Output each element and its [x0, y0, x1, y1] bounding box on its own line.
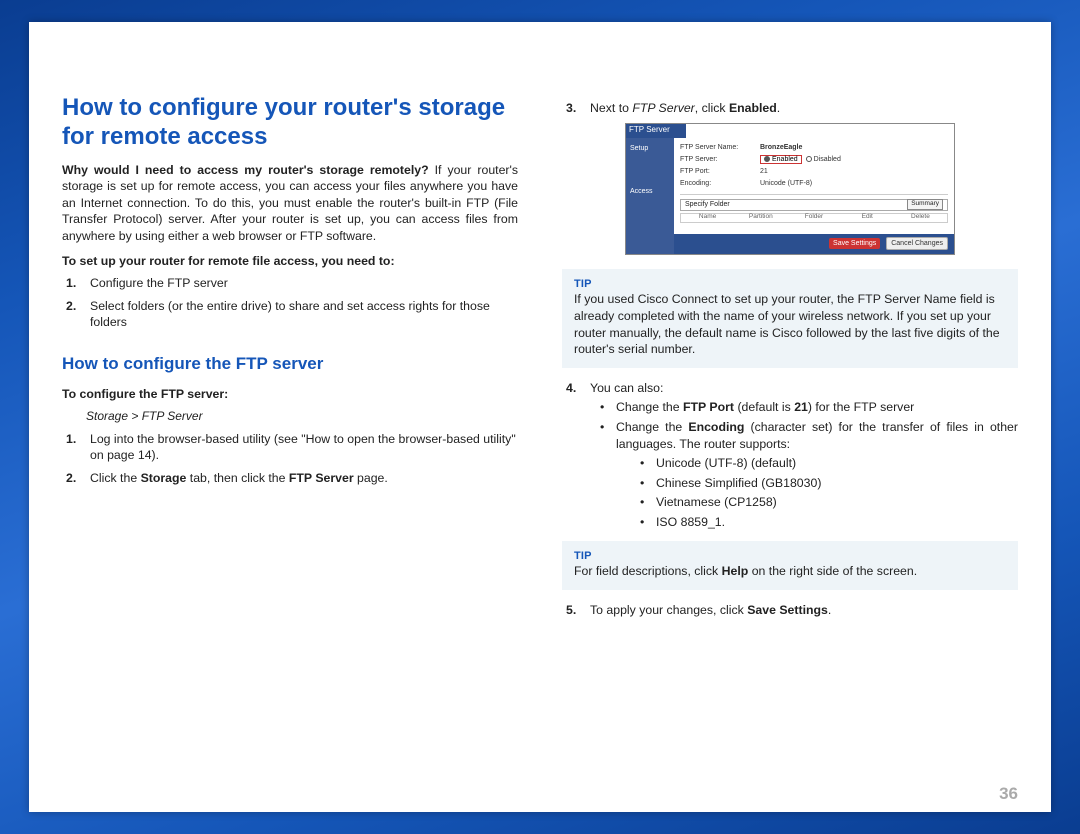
setup-lead: To set up your router for remote file ac…	[62, 253, 518, 270]
ftp-port-item: Change the FTP Port (default is 21) for …	[610, 399, 1018, 416]
intro-paragraph: Why would I need to access my router's s…	[62, 162, 518, 245]
content-area: How to configure your router's storage f…	[62, 72, 1018, 794]
step-5: To apply your changes, click Save Settin…	[582, 602, 1018, 619]
step-3: Next to FTP Server, click Enabled.	[582, 100, 1018, 117]
right-list-5: To apply your changes, click Save Settin…	[562, 602, 1018, 619]
enc-gb: Chinese Simplified (GB18030)	[650, 475, 1018, 492]
right-list-top: Next to FTP Server, click Enabled.	[562, 100, 1018, 117]
right-column: Next to FTP Server, click Enabled. FTP S…	[562, 72, 1018, 794]
cfg-list: Log into the browser-based utility (see …	[62, 431, 518, 487]
router-side-access: Access	[626, 181, 674, 202]
router-admin-screenshot: FTP Server Setup Access FTP Server Name:…	[625, 123, 955, 255]
router-side-setup: Setup	[626, 138, 674, 159]
tip-heading-2: Tip	[574, 549, 1006, 564]
folder-table-head: Name Partition Folder Edit Delete	[680, 213, 948, 223]
enc-iso: ISO 8859_1.	[650, 514, 1018, 531]
tip-body-2: For field descriptions, click Help on th…	[574, 563, 1006, 580]
setup-step-1: Configure the FTP server	[82, 275, 518, 292]
router-footer: Save Settings Cancel Changes	[674, 234, 954, 254]
step-4: You can also: Change the FTP Port (defau…	[582, 380, 1018, 531]
header-right: Using an External Drive	[837, 38, 1026, 59]
setup-list: Configure the FTP server Select folders …	[62, 275, 518, 331]
section-heading: How to configure the FTP server	[62, 353, 518, 376]
breadcrumb: Storage > FTP Server	[86, 408, 518, 424]
cfg-step-1: Log into the browser-based utility (see …	[82, 431, 518, 464]
tip-box-1: Tip If you used Cisco Connect to set up …	[562, 269, 1018, 368]
cancel-changes-button: Cancel Changes	[886, 237, 948, 250]
summary-button: Summary	[907, 199, 943, 210]
tip-box-2: Tip For field descriptions, click Help o…	[562, 541, 1018, 590]
router-sidebar: Setup Access	[626, 138, 674, 254]
encoding-item: Change the Encoding (character set) for …	[610, 419, 1018, 531]
setup-step-2: Select folders (or the entire drive) to …	[82, 298, 518, 331]
left-column: How to configure your router's storage f…	[62, 72, 518, 794]
enabled-highlight: Enabled	[760, 155, 802, 164]
step-4-sublist: Change the FTP Port (default is 21) for …	[590, 399, 1018, 530]
save-settings-button: Save Settings	[829, 238, 880, 249]
specify-folder-row: Specify Folder Summary	[680, 199, 948, 211]
enc-vn: Vietnamese (CP1258)	[650, 494, 1018, 511]
enc-utf8: Unicode (UTF-8) (default)	[650, 455, 1018, 472]
page-header: Linksys E1550 Using an External Drive	[54, 38, 1026, 59]
encoding-list: Unicode (UTF-8) (default) Chinese Simpli…	[616, 455, 1018, 530]
cfg-step-2: Click the Storage tab, then click the FT…	[82, 470, 518, 487]
header-left: Linksys E1550	[54, 38, 171, 59]
right-list-4: You can also: Change the FTP Port (defau…	[562, 380, 1018, 531]
tip-body-1: If you used Cisco Connect to set up your…	[574, 291, 1006, 357]
intro-question: Why would I need to access my router's s…	[62, 163, 429, 177]
tip-heading: Tip	[574, 277, 1006, 292]
router-tab: FTP Server	[626, 124, 686, 138]
page-number: 36	[999, 784, 1018, 804]
page-title: How to configure your router's storage f…	[62, 94, 518, 152]
cfg-lead: To configure the FTP server:	[62, 386, 518, 403]
